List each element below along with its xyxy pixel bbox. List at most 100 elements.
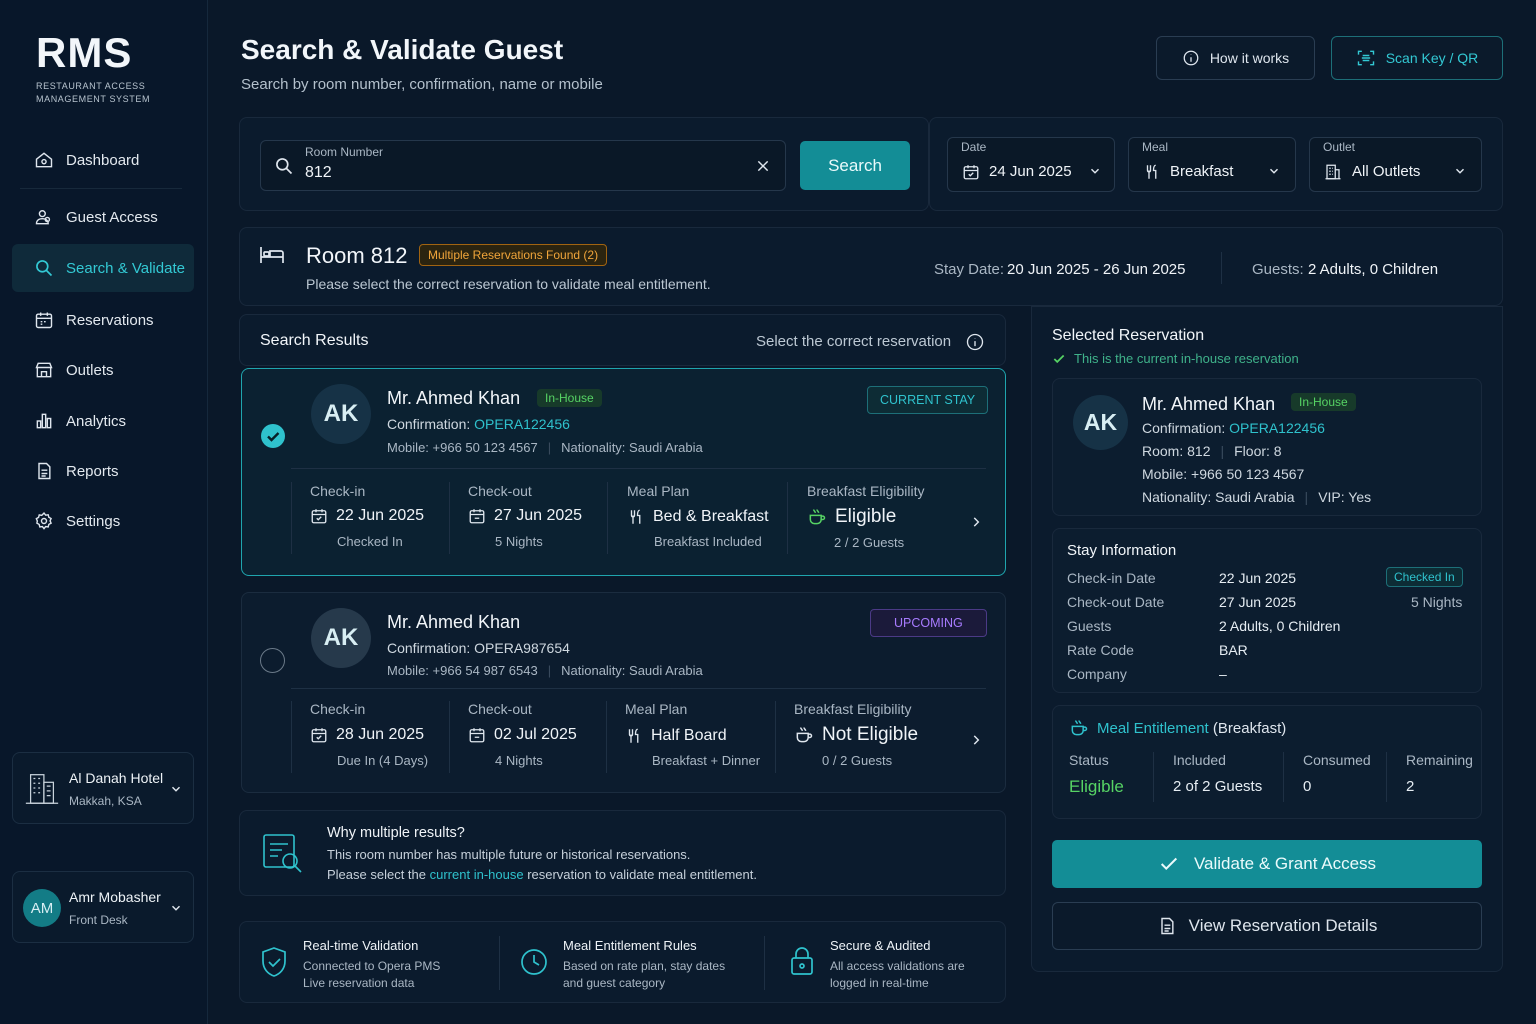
user-name: Amr Mobasher: [69, 889, 161, 905]
nav-label: Dashboard: [66, 151, 140, 169]
filter-panel: Date 24 Jun 2025 Meal Breakfast Outlet A…: [929, 117, 1503, 211]
nav-item-reservations[interactable]: Reservations: [12, 296, 194, 344]
search-value[interactable]: 812: [305, 164, 332, 182]
store-icon: [35, 362, 53, 378]
status-badge: In-House: [537, 389, 602, 407]
selected-check-icon[interactable]: [260, 423, 286, 449]
avatar: AK: [1073, 395, 1128, 450]
room-banner: Room 812 Multiple Reservations Found (2)…: [239, 227, 1503, 306]
confirmation-number[interactable]: OPERA122456: [1229, 420, 1325, 436]
nav-label: Analytics: [66, 412, 127, 430]
selected-note: This is the current in-house reservation: [1074, 351, 1299, 366]
check-icon: [1053, 354, 1065, 364]
check-icon: [1160, 857, 1178, 871]
meal-consumed: 0: [1303, 778, 1312, 795]
nights-count: 5 Nights: [1411, 594, 1463, 610]
app-logo: RMS RESTAURANT ACCESS MANAGEMENT SYSTEM: [36, 32, 150, 106]
upcoming-tag: UPCOMING: [870, 609, 987, 637]
nav-item-guest-access[interactable]: Guest Access: [12, 193, 194, 241]
confirmation-number[interactable]: OPERA987654: [474, 640, 570, 656]
nav-item-outlets[interactable]: Outlets: [12, 346, 194, 394]
view-reservation-details-button[interactable]: View Reservation Details: [1052, 902, 1482, 950]
hotel-name: Al Danah Hotel: [69, 770, 164, 786]
feature-desc: Based on rate plan, stay dates: [563, 959, 726, 973]
reservation-card-current[interactable]: AK Mr. Ahmed Khan In-House Confirmation:…: [241, 368, 1006, 576]
search-button[interactable]: Search: [800, 141, 910, 190]
scan-key-button[interactable]: Scan Key / QR: [1331, 36, 1503, 80]
feature-desc: Connected to Opera PMS: [303, 959, 441, 973]
nav-item-search-validate[interactable]: Search & Validate: [12, 244, 194, 292]
how-it-works-button[interactable]: How it works: [1156, 36, 1315, 80]
nav-label: Outlets: [66, 361, 114, 379]
guest-name: Mr. Ahmed Khan: [387, 388, 521, 408]
meal-stat-label: Remaining: [1406, 752, 1473, 768]
hotel-location: Makkah, KSA: [69, 794, 142, 808]
user-menu[interactable]: AM Amr Mobasher Front Desk: [12, 871, 194, 943]
stay-date-label: Stay Date:: [934, 261, 1005, 278]
select-radio[interactable]: [260, 648, 285, 673]
meal-plan-detail: Breakfast Included: [654, 534, 762, 549]
coffee-cup-icon: [1071, 720, 1088, 736]
room-title: Room 812: [306, 243, 408, 268]
why-title: Why multiple results?: [327, 825, 465, 841]
feature-desc: and guest category: [563, 976, 666, 990]
search-input[interactable]: Room Number 812: [260, 140, 786, 191]
validate-grant-access-button[interactable]: Validate & Grant Access: [1052, 840, 1482, 888]
guests-value: 2 Adults, 0 Children: [1308, 261, 1439, 278]
hotel-selector[interactable]: Al Danah Hotel Makkah, KSA: [12, 752, 194, 824]
avatar: AK: [311, 384, 371, 444]
search-label: Room Number: [305, 145, 384, 159]
date-filter[interactable]: Date 24 Jun 2025: [947, 137, 1115, 192]
checkin-date: 22 Jun 2025: [1219, 570, 1297, 586]
results-hint: Select the correct reservation: [756, 333, 952, 350]
results-title: Search Results: [260, 332, 369, 349]
chevron-down-icon: [171, 786, 181, 792]
guest-name: Mr. Ahmed Khan: [387, 612, 521, 632]
bed-icon: [260, 247, 284, 263]
nav-item-analytics[interactable]: Analytics: [12, 397, 194, 445]
nav-item-reports[interactable]: Reports: [12, 447, 194, 495]
nights-count: 5 Nights: [495, 534, 543, 549]
checkout-date: 02 Jul 2025: [494, 726, 577, 743]
info-icon[interactable]: [965, 332, 985, 352]
close-icon[interactable]: [755, 158, 771, 174]
room-number: Room: 812: [1142, 443, 1211, 459]
search-panel: Room Number 812 Search: [239, 117, 929, 211]
stay-information-card: Stay Information Check-in Date 22 Jun 20…: [1052, 528, 1482, 693]
rate-code: BAR: [1219, 642, 1248, 658]
calendar-icon: [35, 312, 53, 329]
outlet-value: All Outlets: [1352, 163, 1421, 180]
reservation-card-upcoming[interactable]: AK Mr. Ahmed Khan Confirmation: OPERA987…: [241, 592, 1006, 793]
meal-filter[interactable]: Meal Breakfast: [1128, 137, 1296, 192]
nights-count: 4 Nights: [495, 753, 543, 768]
meal-plan: Bed & Breakfast: [653, 508, 769, 525]
calendar-icon: [469, 509, 485, 524]
stay-label: Check-out Date: [1067, 594, 1165, 610]
sidebar: RMS RESTAURANT ACCESS MANAGEMENT SYSTEM …: [0, 0, 208, 1024]
confirmation-number[interactable]: OPERA122456: [474, 416, 570, 432]
current-in-house-link[interactable]: current in-house: [430, 867, 524, 882]
coffee-cup-icon: [796, 727, 813, 743]
gear-icon: [35, 512, 52, 530]
company: –: [1219, 666, 1227, 682]
nav-item-settings[interactable]: Settings: [12, 497, 194, 545]
nav-label: Reservations: [66, 311, 154, 329]
feature-desc: All access validations are: [830, 959, 965, 973]
document-search-icon: [263, 834, 302, 873]
chevron-right-icon[interactable]: [969, 732, 983, 748]
nav-label: Guest Access: [66, 208, 158, 226]
outlet-filter[interactable]: Outlet All Outlets: [1309, 137, 1482, 192]
avatar: AK: [311, 608, 371, 668]
nav-item-dashboard[interactable]: Dashboard: [12, 136, 194, 184]
document-icon: [38, 462, 51, 480]
stay-label: Company: [1067, 666, 1127, 682]
stay-label: Rate Code: [1067, 642, 1134, 658]
chevron-right-icon[interactable]: [969, 514, 983, 530]
meal-stat-label: Status: [1069, 752, 1109, 768]
feature-desc: logged in real-time: [830, 976, 929, 990]
results-header: Search Results Select the correct reserv…: [239, 314, 1006, 366]
checked-in-badge: Checked In: [1386, 567, 1463, 587]
users-icon: [35, 210, 51, 225]
stay-label: Guests: [1067, 618, 1112, 634]
nationality: Nationality: Saudi Arabia: [1142, 489, 1295, 505]
